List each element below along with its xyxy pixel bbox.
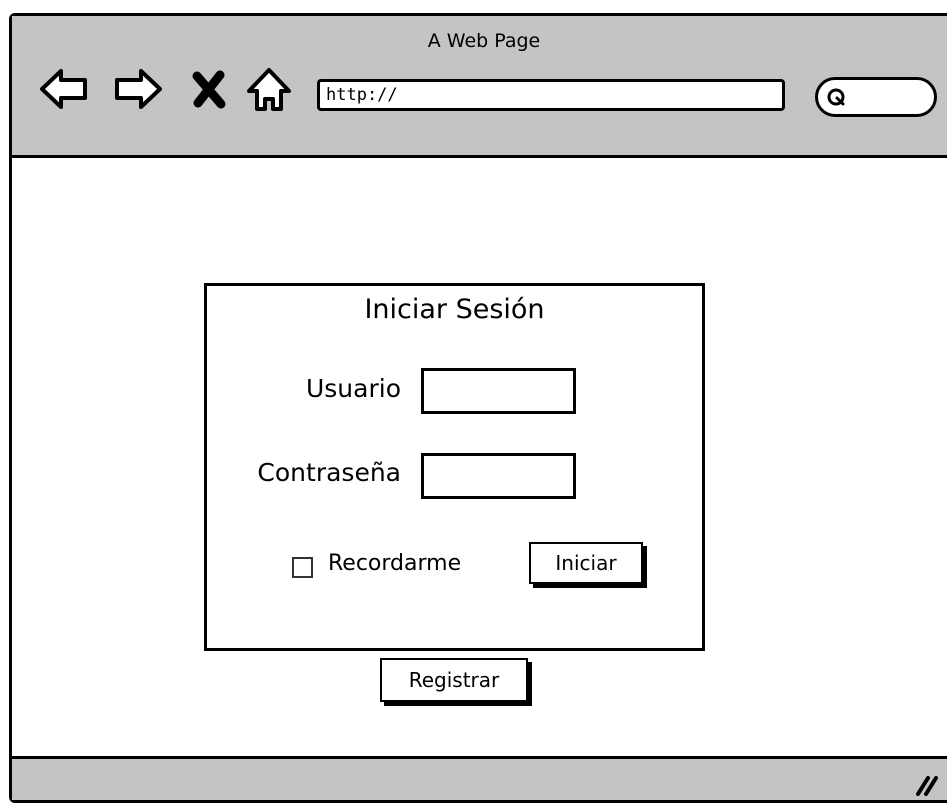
search-icon xyxy=(827,88,845,106)
remember-label: Recordarme xyxy=(328,551,462,576)
login-title: Iniciar Sesión xyxy=(364,294,545,325)
password-input[interactable] xyxy=(421,453,576,499)
registrar-button[interactable]: Registrar xyxy=(380,658,528,702)
status-bar xyxy=(12,756,947,800)
remember-checkbox[interactable] xyxy=(292,557,313,578)
url-field[interactable]: http:// xyxy=(317,79,785,111)
resize-grip-icon[interactable] xyxy=(912,770,938,796)
back-arrow-icon[interactable] xyxy=(39,64,89,114)
stop-icon[interactable] xyxy=(189,64,229,114)
username-label: Usuario xyxy=(305,374,401,403)
search-field[interactable] xyxy=(815,77,937,117)
window-title: A Web Page xyxy=(427,30,541,52)
password-label: Contraseña xyxy=(257,458,401,487)
home-icon[interactable] xyxy=(244,64,294,114)
browser-toolbar: A Web Page http:// xyxy=(12,16,947,158)
forward-arrow-icon[interactable] xyxy=(113,64,163,114)
username-input[interactable] xyxy=(421,368,576,414)
login-panel: Iniciar Sesión Usuario Contraseña Record… xyxy=(204,283,705,651)
iniciar-button[interactable]: Iniciar xyxy=(529,542,643,584)
